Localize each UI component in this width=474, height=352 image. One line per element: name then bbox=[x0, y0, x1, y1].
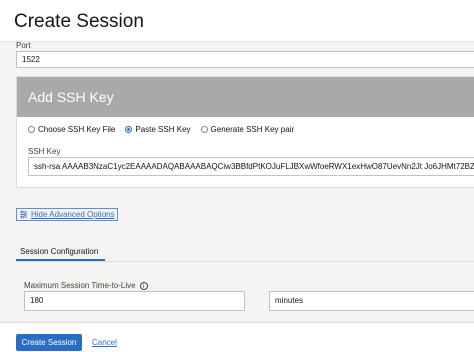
option-paste-key-label: Paste SSH Key bbox=[135, 125, 191, 134]
dialog-header: Create Session bbox=[0, 0, 474, 42]
ttl-value-input[interactable]: 180 bbox=[24, 291, 245, 311]
dialog-title: Create Session bbox=[14, 11, 144, 32]
ttl-label-row: Maximum Session Time-to-Live i bbox=[24, 281, 148, 290]
tab-session-configuration[interactable]: Session Configuration bbox=[16, 247, 105, 261]
port-label: Port bbox=[16, 41, 31, 50]
option-generate-pair-label: Generate SSH Key pair bbox=[210, 125, 295, 134]
cancel-button[interactable]: Cancel bbox=[92, 338, 117, 347]
radio-paste-key[interactable] bbox=[125, 126, 133, 133]
ssh-key-panel: Add SSH Key Choose SSH Key File Paste SS… bbox=[16, 76, 474, 188]
ssh-key-label: SSH Key bbox=[28, 147, 61, 156]
ttl-unit-select[interactable]: minutes bbox=[269, 291, 474, 311]
option-choose-file[interactable]: Choose SSH Key File bbox=[28, 125, 115, 134]
create-session-button[interactable]: Create Session bbox=[16, 334, 82, 351]
option-paste-key[interactable]: Paste SSH Key bbox=[125, 125, 191, 134]
port-input[interactable]: 1522 bbox=[16, 51, 474, 68]
ssh-key-options: Choose SSH Key File Paste SSH Key Genera… bbox=[28, 125, 304, 134]
ssh-key-panel-header: Add SSH Key bbox=[17, 77, 474, 117]
ssh-key-input[interactable]: ssh-rsa AAAAB3NzaC1yc2EAAAADAQABAAABAQCi… bbox=[28, 157, 474, 176]
ssh-key-panel-title: Add SSH Key bbox=[28, 89, 114, 105]
radio-generate-pair[interactable] bbox=[200, 126, 208, 133]
sliders-icon bbox=[20, 210, 27, 219]
option-choose-file-label: Choose SSH Key File bbox=[38, 125, 116, 134]
hide-advanced-options-link[interactable]: Hide Advanced Options bbox=[16, 208, 118, 221]
ttl-label: Maximum Session Time-to-Live bbox=[24, 281, 136, 290]
option-generate-pair[interactable]: Generate SSH Key pair bbox=[200, 125, 295, 134]
info-icon[interactable]: i bbox=[139, 281, 148, 290]
radio-choose-file[interactable] bbox=[28, 126, 35, 133]
tab-divider bbox=[16, 261, 474, 262]
hide-advanced-options-label: Hide Advanced Options bbox=[31, 210, 115, 219]
